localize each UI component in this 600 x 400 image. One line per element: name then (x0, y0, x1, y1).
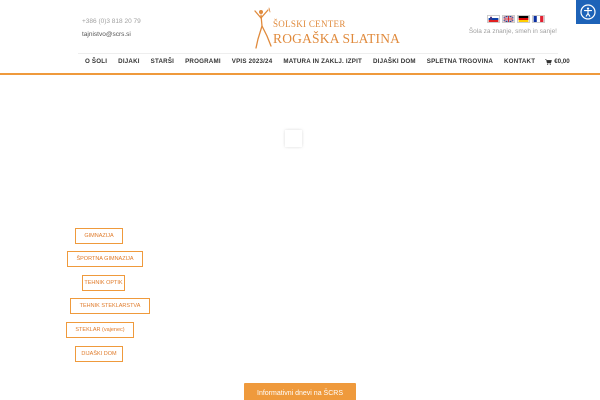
logo-line-2: ROGAŠKA SLATINA (273, 31, 401, 46)
nav-item-programi[interactable]: PROGRAMI (185, 58, 221, 65)
header-accent-rule (0, 73, 600, 75)
nav-item-dijaski-dom[interactable]: DIJAŠKI DOM (373, 58, 416, 65)
english-flag-icon[interactable] (502, 15, 515, 23)
nav-item-dijaki[interactable]: DIJAKI (118, 58, 140, 65)
french-flag-icon[interactable] (532, 15, 545, 23)
nav-top-divider (78, 53, 558, 54)
info-days-button[interactable]: Informativni dnevi na ŠCRS (244, 383, 356, 400)
page: +386 (0)3 818 20 79 tajnistvo@scrs.si ŠO… (0, 0, 600, 400)
slovenian-flag-icon[interactable] (487, 15, 500, 23)
program-button-steklar[interactable]: STEKLAR (vajenec) (66, 322, 134, 338)
nav-item-vpis[interactable]: VPIS 2023/24 (232, 58, 273, 65)
program-button-sportna-gimnazija[interactable]: ŠPORTNA GIMNAZIJA (67, 251, 143, 267)
logo-line-1: ŠOLSKI CENTER (273, 19, 346, 29)
language-switcher (487, 15, 545, 23)
nav-item-starsi[interactable]: STARŠI (151, 58, 174, 65)
program-button-tehnik-optik[interactable]: TEHNIK OPTIK (82, 275, 125, 291)
nav-item-spletna-trgovina[interactable]: SPLETNA TRGOVINA (427, 58, 493, 65)
email-address[interactable]: tajnistvo@scrs.si (82, 28, 141, 41)
cart-link[interactable]: €0,00 (545, 58, 570, 65)
nav-item-kontakt[interactable]: KONTAKT (504, 58, 535, 65)
accessibility-button[interactable] (576, 0, 600, 24)
school-logo[interactable]: ŠOLSKI CENTER ROGAŠKA SLATINA (252, 6, 400, 50)
nav-item-matura[interactable]: MATURA IN ZAKLJ. IZPIT (283, 58, 362, 65)
accessibility-icon (580, 4, 596, 20)
shopping-cart-icon (545, 58, 553, 65)
cart-total: €0,00 (554, 58, 570, 65)
contact-info: +386 (0)3 818 20 79 tajnistvo@scrs.si (82, 15, 141, 41)
german-flag-icon[interactable] (517, 15, 530, 23)
program-button-dijaski-dom[interactable]: DIJAŠKI DOM (75, 346, 123, 362)
main-navigation: O ŠOLI DIJAKI STARŠI PROGRAMI VPIS 2023/… (85, 58, 570, 65)
nav-item-o-soli[interactable]: O ŠOLI (85, 58, 107, 65)
phone-number[interactable]: +386 (0)3 818 20 79 (82, 15, 141, 28)
program-button-tehnik-steklarstva[interactable]: TEHNIK STEKLARSTVA (70, 298, 150, 314)
loading-placeholder (285, 130, 302, 147)
program-button-gimnazija[interactable]: GIMNAZIJA (75, 228, 123, 244)
tagline: Šola za znanje, smeh in sanje! (468, 28, 557, 35)
